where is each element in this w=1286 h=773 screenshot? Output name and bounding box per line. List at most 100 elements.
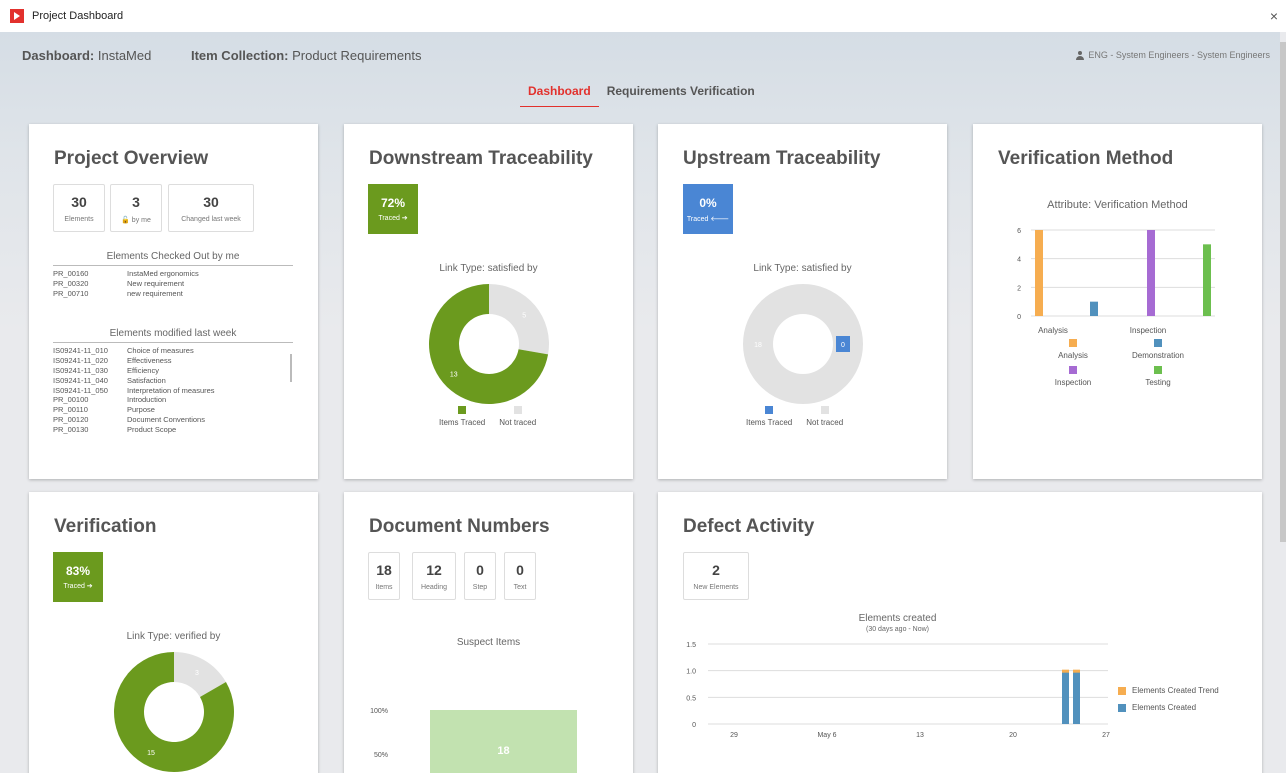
list-item[interactable]: IS09241-11_040 Satisfaction — [53, 376, 293, 386]
x-tick-label: May 6 — [817, 732, 836, 739]
slice-value-label: 18 — [754, 342, 762, 349]
stat-value: 12 — [426, 562, 442, 578]
divider — [53, 342, 293, 343]
close-icon[interactable]: × — [1266, 8, 1282, 24]
trend-marker[interactable] — [1073, 669, 1080, 673]
list-item[interactable]: PR_00160 InstaMed ergonomics — [53, 269, 293, 279]
scrollbar[interactable] — [1280, 32, 1286, 773]
stat-heading[interactable]: 12 Heading — [412, 552, 456, 600]
bar-segment-not-suspect[interactable] — [430, 710, 577, 773]
stat-value: 30 — [71, 194, 87, 210]
y-tick-label: 0.5 — [686, 695, 696, 702]
donut-slice-not-traced[interactable] — [489, 284, 549, 355]
upstream-traceability-card: Upstream Traceability 0% Traced 🡐 Link T… — [658, 124, 947, 479]
card-title: Verification Method — [998, 148, 1174, 169]
slice-value-label: 13 — [450, 372, 458, 379]
collection-label: Item Collection: — [190, 48, 289, 63]
legend-label: Elements Created — [1132, 703, 1197, 712]
checked-out-heading: Elements Checked Out by me — [106, 251, 240, 262]
stat-new-elements[interactable]: 2 New Elements — [683, 552, 749, 600]
stat-text[interactable]: 0 Text — [504, 552, 536, 600]
verification-card: Verification 83% Traced ➔ Link Type: ver… — [29, 492, 318, 773]
legend-label: Elements Created Trend — [1132, 686, 1219, 695]
y-tick-label: 1.0 — [686, 669, 696, 676]
stat-value: 0 — [516, 562, 524, 578]
legend-item[interactable]: Not traced — [499, 406, 536, 427]
chart-subtitle: (30 days ago - Now) — [865, 626, 930, 633]
item-name: Effectiveness — [127, 355, 172, 365]
stat-label: Text — [513, 584, 527, 591]
stat-value: 2 — [712, 562, 720, 578]
trend-marker[interactable] — [1062, 669, 1069, 673]
item-name: Introduction — [127, 395, 167, 405]
document-numbers-card: Document Numbers 18 Items 12 Heading 0 S… — [344, 492, 633, 773]
legend-item[interactable]: Elements Created Trend — [1118, 686, 1219, 695]
scroll-thumb[interactable] — [1280, 42, 1286, 542]
item-name: Document Conventions — [127, 415, 205, 425]
legend-item[interactable]: Not traced — [806, 406, 843, 427]
list-item[interactable]: IS09241-11_020 Effectiveness — [53, 356, 293, 366]
card-title: Defect Activity — [683, 516, 815, 537]
verification-method-card: Verification Method Attribute: Verificat… — [973, 124, 1262, 479]
traced-badge[interactable]: 83% Traced ➔ — [53, 552, 103, 602]
legend-label: Items Traced — [439, 418, 486, 427]
dashboard-value: InstaMed — [97, 48, 152, 63]
bar-elements-created[interactable] — [1073, 670, 1080, 724]
tab-dashboard[interactable]: Dashboard — [520, 84, 599, 107]
list-item[interactable]: IS09241-11_050 Interpretation of measures — [53, 386, 293, 396]
legend-item[interactable]: Elements Created — [1118, 703, 1219, 712]
bar-testing[interactable] — [1203, 244, 1211, 316]
verification-method-bar-chart: 0 2 4 6 Analysis Inspection — [1017, 228, 1215, 335]
bar-inspection[interactable] — [1147, 230, 1155, 316]
y-tick-label: 4 — [1017, 257, 1021, 264]
traced-badge[interactable]: 0% Traced 🡐 — [683, 184, 733, 234]
list-item[interactable]: PR_00710 new requirement — [53, 289, 293, 299]
legend-item-testing[interactable]: Testing — [1113, 366, 1203, 387]
legend-swatch — [1069, 339, 1077, 347]
traced-pct: 0% — [699, 196, 717, 210]
user-icon — [1076, 50, 1085, 60]
stat-label: 🔓 by me — [111, 216, 161, 224]
stat-changed-last-week[interactable]: 30 Changed last week — [168, 184, 254, 232]
list-item[interactable]: PR_00120 Document Conventions — [53, 415, 293, 425]
stat-by-me[interactable]: 3 🔓 by me — [110, 184, 162, 232]
list-item[interactable]: IS09241-11_030 Efficiency — [53, 366, 293, 376]
list-item[interactable]: PR_00130 Product Scope — [53, 425, 293, 435]
user-info[interactable]: ENG - System Engineers - System Engineer… — [1076, 50, 1270, 60]
chart-legend: Elements Created Trend Elements Created — [1118, 686, 1219, 720]
stat-items[interactable]: 18 Items — [368, 552, 400, 600]
list-item[interactable]: PR_00320 New requirement — [53, 279, 293, 289]
traced-label: Traced ➔ — [378, 215, 408, 222]
window-title: Project Dashboard — [32, 10, 124, 22]
x-tick-label: Analysis — [1038, 326, 1068, 335]
bar-elements-created[interactable] — [1062, 670, 1069, 724]
link-type: Link Type: verified by — [126, 631, 221, 642]
legend-label: Not traced — [499, 418, 537, 427]
tab-requirements-verification[interactable]: Requirements Verification — [599, 84, 763, 107]
legend-swatch — [1069, 366, 1077, 374]
legend-swatch — [820, 406, 829, 414]
y-tick-label: 6 — [1017, 228, 1021, 235]
legend-item[interactable]: Items Traced — [746, 406, 792, 427]
list-item[interactable]: PR_00110 Purpose — [53, 405, 293, 415]
list-scrollbar[interactable] — [290, 354, 292, 382]
legend-item-demonstration[interactable]: Demonstration — [1113, 339, 1203, 360]
traced-badge[interactable]: 72% Traced ➔ — [368, 184, 418, 234]
list-item[interactable]: IS09241-11_010 Choice of measures — [53, 346, 293, 356]
stat-step[interactable]: 0 Step — [464, 552, 496, 600]
y-tick-label: 0 — [692, 722, 696, 729]
y-tick-label: 0 — [1017, 314, 1021, 321]
stat-label: New Elements — [693, 584, 739, 591]
bar-analysis[interactable] — [1035, 230, 1043, 316]
legend-item-analysis[interactable]: Analysis — [1033, 339, 1113, 360]
bar-demonstration[interactable] — [1090, 301, 1098, 316]
traced-zero-marker[interactable]: 0 — [836, 336, 850, 352]
legend-item[interactable]: Items Traced — [439, 406, 485, 427]
stat-elements[interactable]: 30 Elements — [53, 184, 105, 232]
list-item[interactable]: PR_00100 Introduction — [53, 395, 293, 405]
legend-label: Analysis — [1058, 351, 1088, 360]
card-title: Document Numbers — [369, 516, 550, 537]
lock-icon: 🔓 — [121, 217, 130, 224]
legend-item-inspection[interactable]: Inspection — [1033, 366, 1113, 387]
item-id: PR_00710 — [53, 288, 89, 298]
